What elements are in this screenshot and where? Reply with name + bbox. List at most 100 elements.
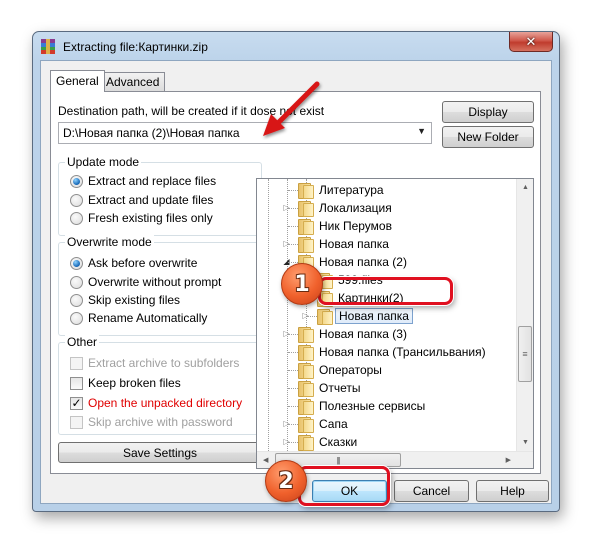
radio-button[interactable]	[70, 293, 83, 307]
radio-button-checked[interactable]	[70, 174, 83, 188]
tree-item-label: Новая папка	[335, 308, 413, 324]
folder-icon	[297, 327, 314, 343]
option-label: Overwrite without prompt	[88, 275, 222, 289]
tree-item[interactable]: Отчеты	[297, 379, 360, 397]
radio-button[interactable]	[70, 311, 83, 325]
option-label: Fresh existing files only	[88, 211, 213, 225]
scroll-down-arrow-icon[interactable]: ▼	[522, 439, 529, 446]
checkbox[interactable]	[70, 356, 83, 370]
option-label: Extract archive to subfolders	[88, 356, 240, 370]
tree-item[interactable]: Сапа	[297, 415, 348, 433]
step1-highlight-box	[318, 277, 453, 305]
window-title: Extracting file:Картинки.zip	[63, 40, 208, 54]
tree-item[interactable]: Локализация	[297, 199, 392, 217]
option-label: Ask before overwrite	[88, 256, 198, 270]
folder-icon	[297, 219, 314, 235]
radio-fresh-existing[interactable]: Fresh existing files only	[70, 210, 213, 226]
folder-icon	[297, 417, 314, 433]
tree-item-label: Операторы	[319, 363, 382, 377]
new-folder-button[interactable]: New Folder	[442, 126, 534, 148]
tree-item-label: Отчеты	[319, 381, 361, 395]
dropdown-arrow-icon[interactable]: ▼	[417, 126, 426, 136]
winrar-app-icon	[41, 39, 55, 54]
vertical-scrollbar[interactable]: ▲ ≡ ▼	[516, 179, 533, 451]
step2-highlight-box	[298, 466, 390, 506]
arrow-shaft	[274, 81, 320, 127]
title-bar[interactable]: Extracting file:Картинки.zip ✕	[33, 32, 559, 60]
tree-item[interactable]: Новая папка	[316, 307, 413, 325]
tree-item[interactable]: Литература	[297, 181, 384, 199]
step2-badge: 2	[265, 460, 307, 502]
radio-button[interactable]	[70, 193, 83, 207]
tree-guide-line	[287, 179, 288, 451]
option-label: Skip existing files	[88, 293, 181, 307]
scroll-right-arrow-icon[interactable]: ▶	[506, 456, 511, 464]
cancel-button[interactable]: Cancel	[394, 480, 469, 502]
vertical-scroll-thumb[interactable]: ≡	[518, 326, 532, 382]
radio-button[interactable]	[70, 211, 83, 225]
folder-icon	[297, 201, 314, 217]
tree-item[interactable]: Полезные сервисы	[297, 397, 425, 415]
option-label: Open the unpacked directory	[88, 396, 243, 410]
tree-item[interactable]: Операторы	[297, 361, 382, 379]
folder-icon	[297, 363, 314, 379]
tree-item[interactable]: Новая папка (3)	[297, 325, 407, 343]
overwrite-mode-group: Overwrite mode Ask before overwrite Over…	[58, 235, 262, 336]
scroll-up-arrow-icon[interactable]: ▲	[522, 184, 529, 191]
checkbox-skip-archive-with-password[interactable]: Skip archive with password	[70, 414, 233, 430]
tree-item-label: Полезные сервисы	[319, 399, 426, 413]
tree-item-label: Новая папка (2)	[319, 255, 407, 269]
checkbox[interactable]	[70, 376, 83, 390]
overwrite-mode-title: Overwrite mode	[65, 235, 154, 249]
folder-icon	[297, 183, 314, 199]
save-settings-button[interactable]: Save Settings	[58, 442, 262, 463]
checkbox-checked[interactable]: ✓	[70, 396, 83, 410]
checkbox-extract-to-subfolders[interactable]: Extract archive to subfolders	[70, 355, 239, 371]
help-button[interactable]: Help	[476, 480, 549, 502]
close-icon: ✕	[525, 33, 537, 49]
tree-item[interactable]: Новая папка (Трансильвания)	[297, 343, 486, 361]
save-settings-label: Save Settings	[122, 445, 198, 460]
destination-path-value: D:\Новая папка (2)\Новая папка	[63, 126, 240, 140]
tree-item[interactable]: Сказки	[297, 433, 357, 451]
folder-icon	[297, 399, 314, 415]
option-label: Keep broken files	[88, 376, 181, 390]
step1-badge: 1	[281, 263, 323, 305]
radio-ask-before-overwrite[interactable]: Ask before overwrite	[70, 255, 197, 271]
tree-item-label: Новая папка	[319, 237, 389, 251]
close-button[interactable]: ✕	[509, 32, 553, 52]
radio-overwrite-without-prompt[interactable]: Overwrite without prompt	[70, 274, 221, 290]
tab-advanced[interactable]: Advanced	[100, 72, 166, 91]
checkbox[interactable]	[70, 415, 83, 429]
tree-item-label: Ник Перумов	[319, 219, 392, 233]
red-arrow-annotation	[263, 81, 320, 136]
destination-path-combobox[interactable]: D:\Новая папка (2)\Новая папка ▼	[58, 122, 432, 144]
checkbox-open-unpacked-directory[interactable]: ✓ Open the unpacked directory	[70, 395, 242, 411]
tree-item-label: Сказки	[319, 435, 358, 449]
folder-icon	[316, 309, 333, 325]
cancel-button-label: Cancel	[412, 484, 451, 498]
option-label: Rename Automatically	[88, 311, 208, 325]
radio-rename-automatically[interactable]: Rename Automatically	[70, 310, 207, 326]
new-folder-button-label: New Folder	[457, 130, 519, 144]
tree-item-label: Локализация	[319, 201, 392, 215]
scroll-left-arrow-icon[interactable]: ◀	[263, 456, 268, 464]
option-label: Extract and update files	[88, 193, 214, 207]
radio-button[interactable]	[70, 275, 83, 289]
folder-tree[interactable]: Литература ▷ Локализация Ник Перумов ▷ Новая …	[256, 178, 534, 469]
radio-extract-replace[interactable]: Extract and replace files	[70, 173, 216, 189]
tree-item[interactable]: Ник Перумов	[297, 217, 392, 235]
radio-extract-update[interactable]: Extract and update files	[70, 192, 213, 208]
update-mode-group: Update mode Extract and replace files Ex…	[58, 155, 262, 236]
option-label: Extract and replace files	[88, 174, 217, 188]
tree-item[interactable]: Новая папка	[297, 235, 389, 253]
tab-general[interactable]: General	[50, 70, 105, 92]
help-button-label: Help	[500, 484, 525, 498]
update-mode-title: Update mode	[65, 155, 142, 169]
radio-button-checked[interactable]	[70, 256, 83, 270]
other-group: Other Extract archive to subfolders Keep…	[58, 335, 262, 435]
checkbox-keep-broken-files[interactable]: Keep broken files	[70, 375, 181, 391]
radio-skip-existing[interactable]: Skip existing files	[70, 292, 180, 308]
display-button[interactable]: Display	[442, 101, 534, 123]
folder-icon	[297, 381, 314, 397]
